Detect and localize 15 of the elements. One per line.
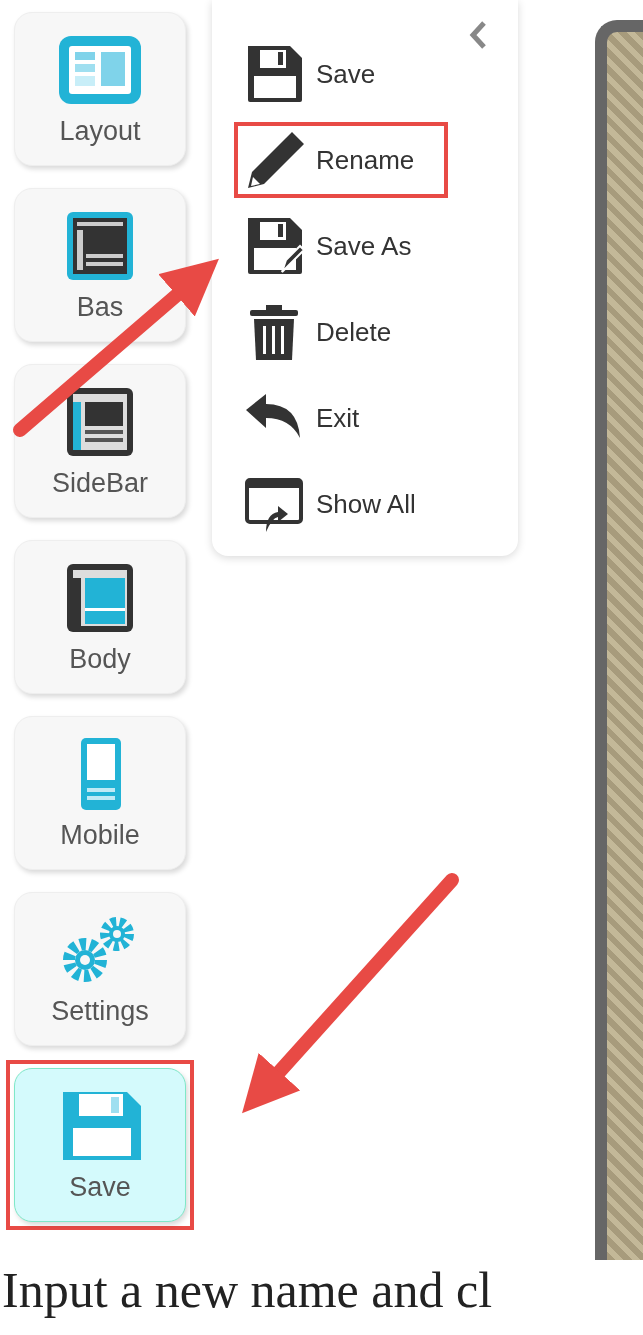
menu-item[interactable]: Save [234, 36, 410, 112]
tool-button[interactable]: SideBar [14, 364, 186, 518]
tool-button[interactable]: Body [14, 540, 186, 694]
tool-button[interactable]: Settings [14, 892, 186, 1046]
menu-item[interactable]: Save As [234, 208, 446, 284]
menu-item[interactable]: Show All [234, 466, 450, 542]
menu-item[interactable]: Delete [234, 294, 426, 370]
menu-item[interactable]: Rename [234, 122, 449, 198]
caption-text: Input a new name and cl [1, 1261, 494, 1320]
tool-button[interactable]: Save [14, 1068, 186, 1222]
tool-button[interactable]: Bas [14, 188, 186, 342]
collapse-chevron-icon[interactable] [468, 20, 488, 50]
tool-button[interactable]: Layout [14, 12, 186, 166]
menu-item[interactable]: Exit [234, 380, 394, 456]
tool-button[interactable]: Mobile [14, 716, 186, 870]
